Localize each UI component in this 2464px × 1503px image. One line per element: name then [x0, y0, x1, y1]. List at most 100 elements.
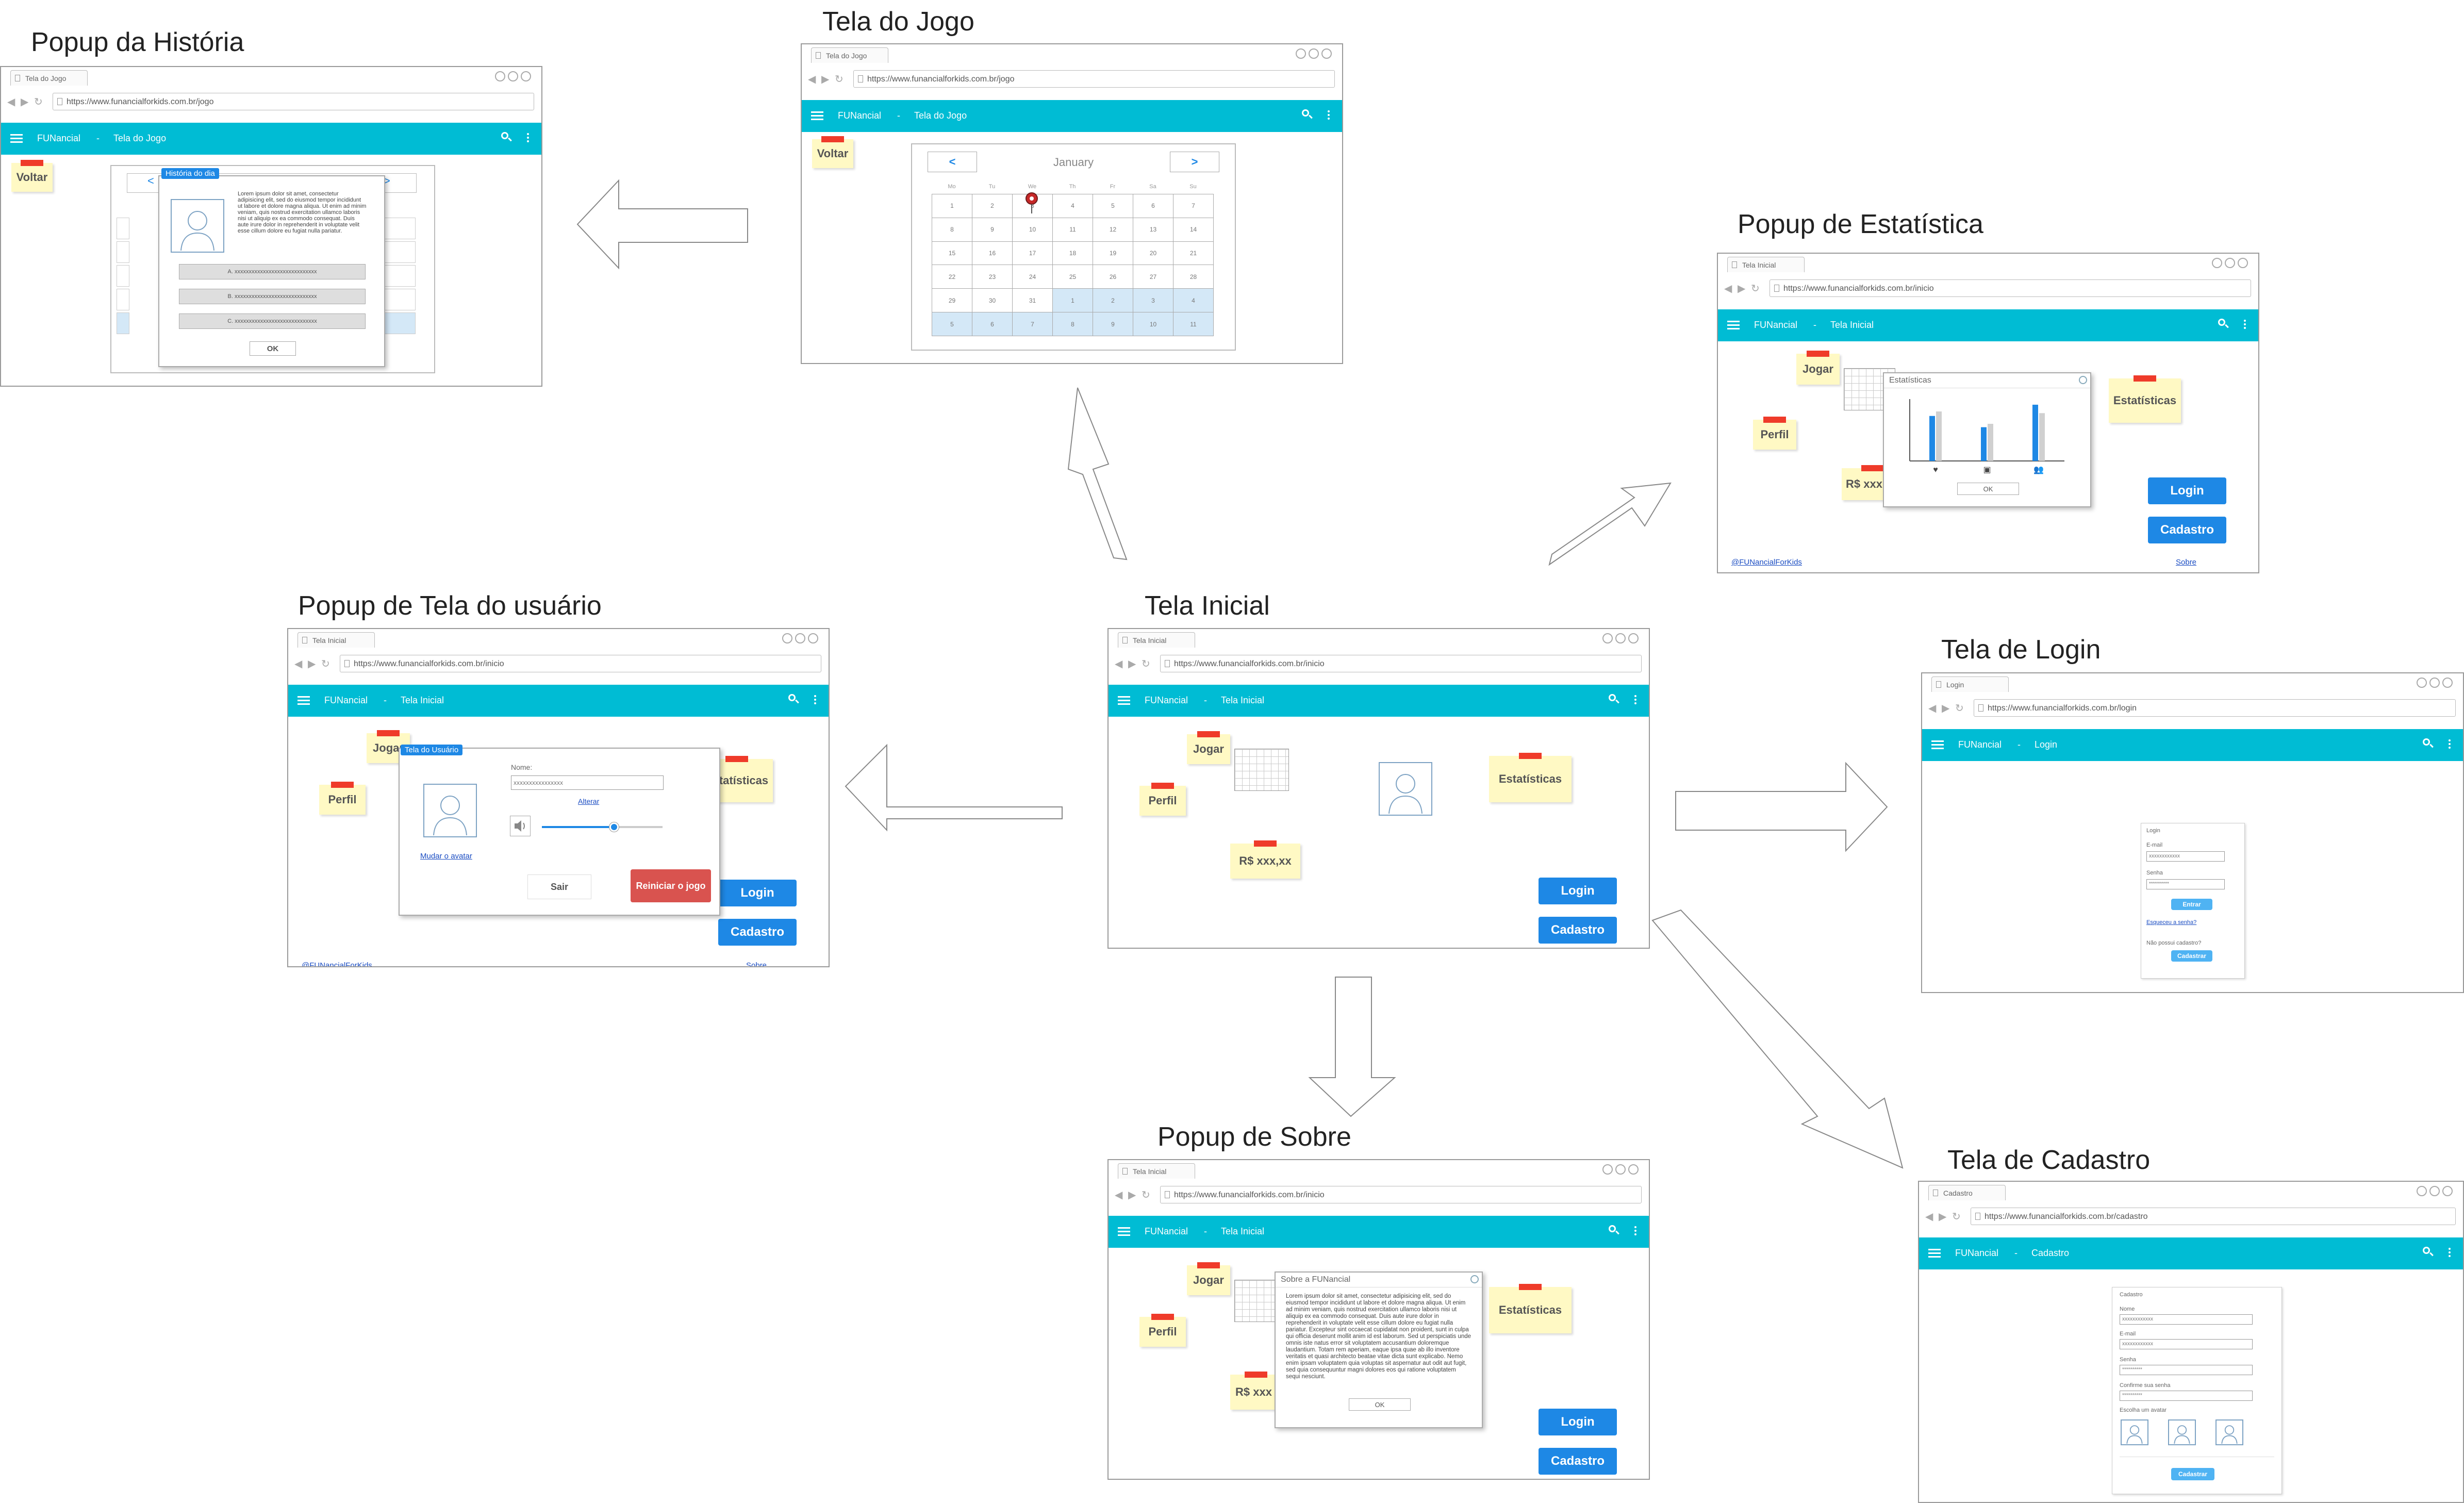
reload-icon[interactable]: ↻ — [1751, 284, 1760, 294]
more-icon[interactable] — [2244, 320, 2246, 331]
back-icon[interactable]: ◀ — [808, 74, 816, 85]
address-bar[interactable]: https://www.funancialforkids.com.br/inic… — [1160, 1186, 1642, 1203]
login-button[interactable]: Login — [1539, 1409, 1617, 1435]
prev-month-button[interactable]: < — [147, 174, 154, 188]
search-icon[interactable] — [1302, 109, 1309, 117]
reload-icon[interactable]: ↻ — [1142, 1190, 1150, 1200]
maximize-icon[interactable] — [2429, 1186, 2440, 1196]
next-month-button[interactable]: > — [1170, 152, 1219, 172]
address-bar[interactable]: https://www.funancialforkids.com.br/inic… — [340, 655, 821, 672]
speaker-icon[interactable] — [510, 816, 531, 836]
day-cell[interactable]: 5 — [1093, 194, 1133, 218]
nome-field[interactable]: xxxxxxxxxxxxxxxx — [511, 775, 664, 790]
browser-tab[interactable]: Tela do Jogo — [811, 47, 888, 63]
back-icon[interactable]: ◀ — [1115, 659, 1122, 669]
day-cell[interactable]: 22 — [932, 265, 972, 289]
address-bar[interactable]: https://www.funancialforkids.com.br/inic… — [1160, 655, 1642, 672]
more-icon[interactable] — [527, 133, 529, 144]
menu-icon[interactable] — [10, 132, 23, 145]
address-bar[interactable]: https://www.funancialforkids.com.br/jogo — [53, 93, 534, 110]
day-cell[interactable]: 6 — [972, 312, 1013, 336]
day-cell[interactable]: 29 — [932, 289, 972, 313]
menu-icon[interactable] — [1118, 1225, 1130, 1238]
minimize-icon[interactable] — [1602, 633, 1613, 643]
back-icon[interactable]: ◀ — [1925, 1212, 1933, 1222]
jogar-note[interactable]: Jogar — [1187, 1262, 1230, 1295]
day-cell[interactable]: 14 — [1173, 218, 1214, 242]
close-icon[interactable] — [1628, 1164, 1639, 1175]
search-icon[interactable] — [2423, 1247, 2430, 1254]
estatisticas-note[interactable]: Estatísticas — [1489, 753, 1572, 802]
menu-icon[interactable] — [297, 694, 310, 707]
day-cell[interactable]: 2 — [972, 194, 1013, 218]
back-icon[interactable]: ◀ — [1724, 284, 1732, 294]
volume-knob[interactable] — [609, 822, 619, 832]
more-icon[interactable] — [2449, 739, 2451, 750]
day-cell[interactable]: 4 — [1173, 289, 1214, 313]
entrar-button[interactable]: Entrar — [2171, 899, 2212, 910]
more-icon[interactable] — [814, 695, 816, 706]
search-icon[interactable] — [1609, 1225, 1616, 1232]
forward-icon[interactable]: ▶ — [1738, 284, 1745, 294]
voltar-note[interactable]: Voltar — [11, 160, 53, 192]
day-cell[interactable]: 9 — [1093, 312, 1133, 336]
close-icon[interactable] — [2442, 678, 2453, 688]
day-cell[interactable]: 8 — [1053, 312, 1093, 336]
reload-icon[interactable]: ↻ — [1142, 659, 1150, 669]
avatar-option-1[interactable] — [2121, 1419, 2148, 1445]
minimize-icon[interactable] — [2417, 1186, 2427, 1196]
search-icon[interactable] — [1609, 694, 1616, 701]
close-icon[interactable] — [1628, 633, 1639, 643]
menu-icon[interactable] — [1118, 694, 1130, 707]
reload-icon[interactable]: ↻ — [1955, 703, 1964, 714]
day-cell[interactable]: 8 — [932, 218, 972, 242]
minimize-icon[interactable] — [2417, 678, 2427, 688]
estatisticas-note[interactable]: Estatísticas — [2109, 375, 2181, 423]
day-cell[interactable]: 11 — [1053, 218, 1093, 242]
menu-icon[interactable] — [1928, 1247, 1941, 1260]
day-cell[interactable]: 28 — [1173, 265, 1214, 289]
forward-icon[interactable]: ▶ — [1939, 1212, 1946, 1222]
address-bar[interactable]: https://www.funancialforkids.com.br/jogo — [853, 70, 1335, 88]
day-cell[interactable]: 18 — [1053, 241, 1093, 266]
maximize-icon[interactable] — [2429, 678, 2440, 688]
option-a-button[interactable]: A. xxxxxxxxxxxxxxxxxxxxxxxxxxxxx — [179, 264, 366, 279]
day-cell[interactable]: 5 — [932, 312, 972, 336]
minimize-icon[interactable] — [495, 71, 505, 81]
ok-button[interactable]: OK — [1957, 483, 2019, 495]
close-icon[interactable] — [2079, 376, 2087, 384]
day-cell[interactable]: 6 — [1133, 194, 1173, 218]
more-icon[interactable] — [1634, 1226, 1636, 1237]
day-cell[interactable]: 30 — [972, 289, 1013, 313]
calendar-icon[interactable] — [1234, 749, 1289, 791]
avatar-option-2[interactable] — [2168, 1419, 2196, 1445]
alterar-link[interactable]: Alterar — [578, 797, 599, 805]
day-cell[interactable]: 17 — [1013, 241, 1053, 266]
sobre-link[interactable]: Sobre — [2176, 558, 2196, 567]
ok-button[interactable]: OK — [250, 341, 296, 356]
close-icon[interactable] — [808, 633, 818, 643]
option-c-button[interactable]: C. xxxxxxxxxxxxxxxxxxxxxxxxxxxxx — [179, 313, 366, 329]
back-icon[interactable]: ◀ — [1928, 703, 1936, 714]
forward-icon[interactable]: ▶ — [1128, 1190, 1136, 1200]
menu-icon[interactable] — [1727, 319, 1740, 332]
browser-tab[interactable]: Tela do Jogo — [10, 70, 88, 86]
menu-icon[interactable] — [811, 109, 823, 122]
day-cell[interactable]: 13 — [1133, 218, 1173, 242]
search-icon[interactable] — [2218, 319, 2225, 326]
login-button[interactable]: Login — [718, 880, 797, 906]
twitter-link[interactable]: @FUNancialForKids — [302, 961, 372, 966]
day-cell[interactable]: 16 — [972, 241, 1013, 266]
reload-icon[interactable]: ↻ — [835, 74, 844, 85]
menu-icon[interactable] — [1931, 738, 1944, 751]
twitter-link[interactable]: @FUNancialForKids — [1731, 558, 1802, 567]
senha-field[interactable]: ********** — [2146, 879, 2225, 889]
maximize-icon[interactable] — [1615, 633, 1626, 643]
forward-icon[interactable]: ▶ — [1128, 659, 1136, 669]
more-icon[interactable] — [1328, 110, 1330, 121]
day-cell[interactable]: 12 — [1093, 218, 1133, 242]
avatar-option-3[interactable] — [2215, 1419, 2243, 1445]
maximize-icon[interactable] — [795, 633, 805, 643]
maximize-icon[interactable] — [1309, 48, 1319, 59]
ok-button[interactable]: OK — [1349, 1398, 1411, 1411]
